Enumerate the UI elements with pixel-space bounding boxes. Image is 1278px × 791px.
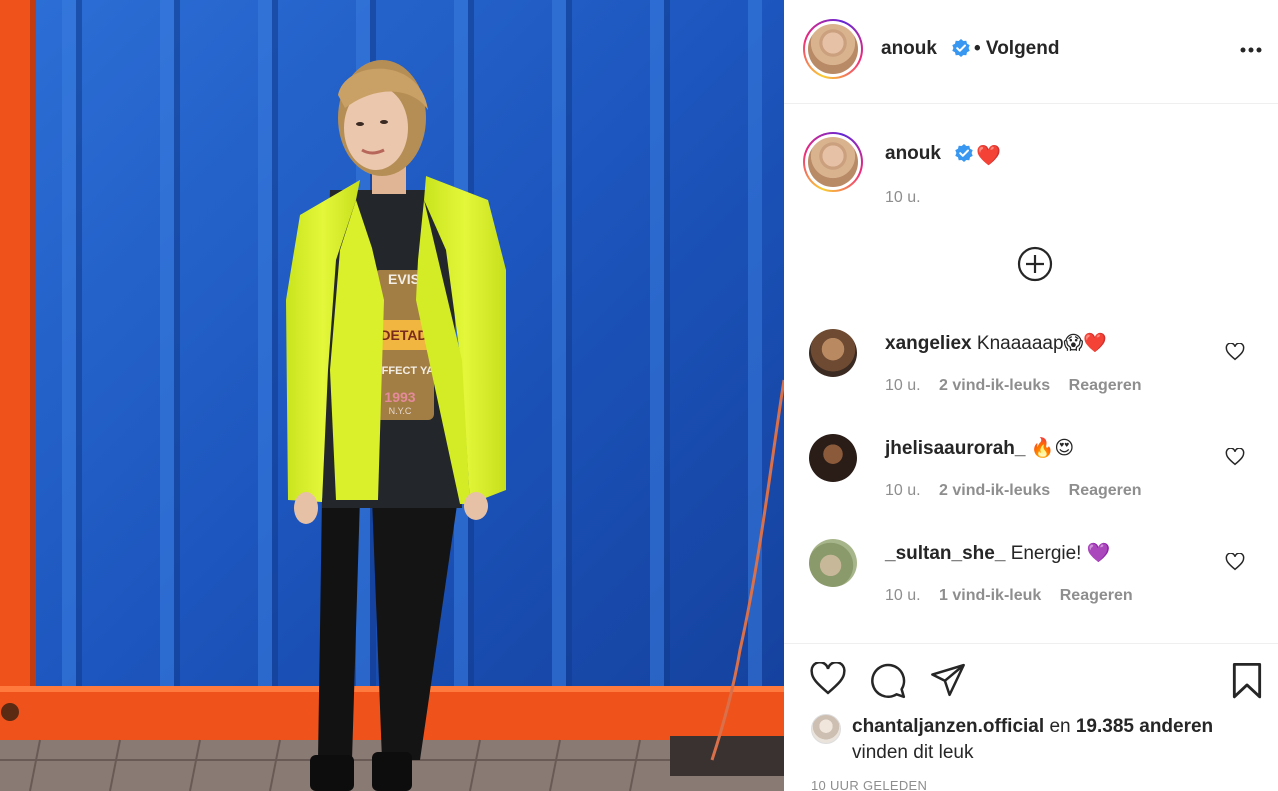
shirt-print-text-3: AFFECT YA bbox=[374, 365, 435, 377]
likes-others[interactable]: 19.385 anderen bbox=[1076, 716, 1213, 737]
shirt-print-text-4: 1993 bbox=[384, 389, 415, 405]
bookmark-icon[interactable] bbox=[1230, 662, 1264, 700]
shirt-print-text-1: EVIS bbox=[388, 271, 420, 287]
plus-circle-icon[interactable] bbox=[1017, 246, 1053, 282]
commenter-username[interactable]: xangeliex bbox=[885, 333, 972, 354]
comment-text: Knaaaaap😱❤️ bbox=[976, 333, 1107, 354]
liker-username[interactable]: chantaljanzen.official bbox=[852, 716, 1044, 737]
commenter-username[interactable]: jhelisaaurorah_ bbox=[885, 438, 1025, 459]
comment-heart-icon[interactable] bbox=[1225, 553, 1245, 571]
caption-text: ❤️ bbox=[976, 145, 1001, 167]
reply-button[interactable]: Reageren bbox=[1069, 482, 1142, 499]
author-username[interactable]: anouk bbox=[881, 38, 937, 60]
commenter-username[interactable]: _sultan_she_ bbox=[885, 543, 1005, 564]
send-icon[interactable] bbox=[929, 662, 967, 698]
likes-connector: en bbox=[1049, 716, 1071, 737]
verified-badge-icon bbox=[952, 39, 970, 57]
post-sidebar: anouk • Volgend anouk ❤️ 10 u. xangeliex… bbox=[784, 0, 1278, 791]
comment-text: 🔥😍 bbox=[1030, 438, 1075, 459]
commenter-avatar[interactable] bbox=[809, 434, 857, 482]
comment-time[interactable]: 10 u. bbox=[885, 482, 921, 499]
comment-item: jhelisaaurorah_ 🔥😍 10 u. 2 vind-ik-leuks… bbox=[784, 434, 1278, 534]
post-actions: chantaljanzen.official en 19.385 anderen… bbox=[784, 643, 1278, 791]
post-photo-illustration: EVIS DETAD AFFECT YA 1993 N.Y.C bbox=[0, 0, 784, 791]
likes-suffix: vinden dit leuk bbox=[852, 742, 974, 763]
liker-avatar[interactable] bbox=[811, 714, 841, 744]
shirt-print-text-2: DETAD bbox=[380, 327, 427, 343]
commenter-avatar[interactable] bbox=[809, 539, 857, 587]
comment-likes[interactable]: 2 vind-ik-leuks bbox=[939, 482, 1050, 499]
caption-author-username[interactable]: anouk bbox=[885, 143, 941, 165]
commenter-avatar[interactable] bbox=[809, 329, 857, 377]
comment-text: Energie! 💜 bbox=[1010, 543, 1111, 564]
author-avatar[interactable] bbox=[803, 19, 863, 79]
post-photo[interactable]: EVIS DETAD AFFECT YA 1993 N.Y.C bbox=[0, 0, 784, 791]
caption-author-avatar[interactable] bbox=[803, 132, 863, 192]
more-options-icon[interactable] bbox=[1240, 40, 1262, 60]
comment-item: _sultan_she_ Energie! 💜 10 u. 1 vind-ik-… bbox=[784, 539, 1278, 639]
following-button[interactable]: • Volgend bbox=[974, 38, 1059, 60]
comment-item: xangeliex Knaaaaap😱❤️ 10 u. 2 vind-ik-le… bbox=[784, 329, 1278, 429]
post-timestamp[interactable]: 10 UUR GELEDEN bbox=[811, 778, 927, 791]
comment-time[interactable]: 10 u. bbox=[885, 587, 921, 604]
comment-heart-icon[interactable] bbox=[1225, 448, 1245, 466]
comment-heart-icon[interactable] bbox=[1225, 343, 1245, 361]
comment-icon[interactable] bbox=[869, 662, 907, 700]
reply-button[interactable]: Reageren bbox=[1069, 377, 1142, 394]
heart-icon[interactable] bbox=[809, 662, 847, 696]
reply-button[interactable]: Reageren bbox=[1060, 587, 1133, 604]
comment-time[interactable]: 10 u. bbox=[885, 377, 921, 394]
post-header: anouk • Volgend bbox=[784, 0, 1278, 104]
caption-author-avatar-photo bbox=[808, 137, 858, 187]
comment-likes[interactable]: 2 vind-ik-leuks bbox=[939, 377, 1050, 394]
author-avatar-photo bbox=[808, 24, 858, 74]
caption-verified-badge-icon bbox=[955, 144, 973, 162]
caption-time[interactable]: 10 u. bbox=[885, 189, 921, 207]
shirt-print-text-5: N.Y.C bbox=[389, 406, 412, 416]
comment-likes[interactable]: 1 vind-ik-leuk bbox=[939, 587, 1041, 604]
